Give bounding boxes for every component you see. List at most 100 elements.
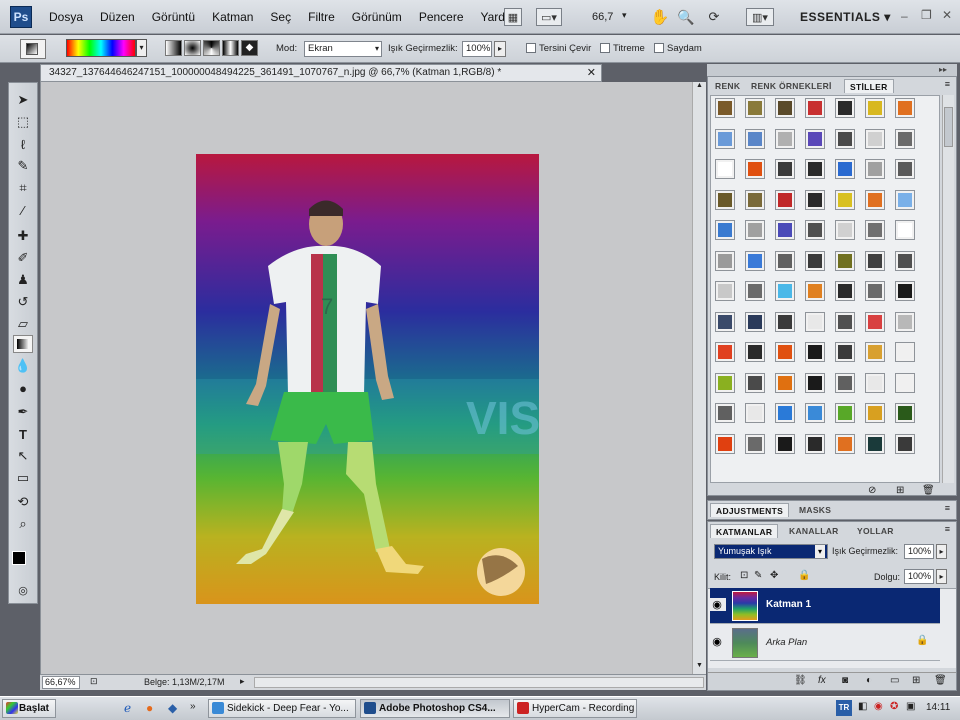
style-swatch[interactable] [805, 98, 825, 118]
style-swatch[interactable] [745, 342, 765, 362]
style-swatch[interactable] [715, 433, 735, 454]
quick-mask-icon[interactable]: ◎ [13, 581, 33, 599]
adjustment-layer-icon[interactable]: ◐ [866, 675, 872, 686]
clone-stamp-tool-icon[interactable]: ♟ [13, 271, 33, 289]
style-swatch[interactable] [865, 342, 885, 362]
style-swatch[interactable] [775, 403, 795, 423]
menu-select[interactable]: Seç [270, 10, 291, 24]
tray-icon-4[interactable]: ▣ [906, 701, 915, 712]
style-swatch[interactable] [745, 433, 765, 454]
taskbar-more-icon[interactable]: » [190, 701, 196, 712]
close-icon[interactable]: ✕ [942, 8, 952, 22]
style-swatch[interactable] [895, 311, 915, 332]
quicklaunch-firefox-icon[interactable]: ● [146, 701, 153, 715]
layer-row-arka-plan[interactable]: ◉ Arka Plan 🔒 [710, 625, 940, 661]
style-swatch[interactable] [895, 281, 915, 301]
style-swatch[interactable] [865, 98, 885, 118]
new-group-icon[interactable]: ▭ [890, 675, 899, 686]
layer-name[interactable]: Arka Plan [766, 637, 807, 648]
style-swatch[interactable] [805, 342, 825, 362]
style-swatch[interactable] [865, 159, 885, 179]
style-swatch[interactable] [745, 311, 765, 332]
style-swatch[interactable] [715, 220, 735, 240]
layer-visibility-eye-icon[interactable]: ◉ [708, 598, 726, 611]
style-swatch[interactable] [745, 220, 765, 240]
style-swatch[interactable] [865, 128, 885, 149]
diamond-gradient-icon[interactable]: ◆ [241, 40, 258, 56]
style-swatch[interactable] [715, 403, 735, 423]
style-swatch[interactable] [775, 311, 795, 332]
healing-brush-tool-icon[interactable]: ✚ [13, 227, 33, 245]
canvas-vertical-scrollbar[interactable]: ▲ ▼ [692, 82, 706, 674]
style-swatch[interactable] [745, 403, 765, 423]
rotate-view-icon[interactable]: ⟳ [705, 8, 723, 26]
menu-file[interactable]: Dosya [49, 10, 83, 24]
radial-gradient-icon[interactable] [184, 40, 201, 56]
tab-masks[interactable]: MASKS [794, 503, 836, 517]
style-swatch[interactable] [745, 128, 765, 149]
mode-select[interactable]: Ekran ▾ [304, 41, 382, 57]
lock-all-icon[interactable]: 🔒 [798, 570, 810, 581]
style-swatch[interactable] [835, 128, 855, 149]
collapse-dock-icon[interactable]: ▸▸ [939, 65, 947, 74]
menu-window[interactable]: Pencere [419, 10, 464, 24]
style-swatch[interactable] [895, 220, 915, 240]
document-image[interactable]: VIS 7 [196, 154, 539, 604]
zoom-icon[interactable]: ⌕ [13, 515, 33, 533]
screen-mode-icon[interactable]: ▭▾ [536, 8, 562, 26]
start-button[interactable]: Başlat [2, 699, 56, 718]
close-document-icon[interactable]: ✕ [587, 65, 596, 81]
menu-image[interactable]: Görüntü [152, 10, 195, 24]
style-swatch[interactable] [895, 433, 915, 454]
style-swatch[interactable] [745, 159, 765, 179]
task-sidekick[interactable]: Sidekick - Deep Fear - Yo... [208, 699, 356, 718]
style-swatch[interactable] [775, 281, 795, 301]
style-swatch[interactable] [745, 372, 765, 393]
gradient-picker[interactable] [66, 39, 136, 57]
layer-opacity-input[interactable]: 100% [904, 544, 934, 559]
eyedropper-tool-icon[interactable]: ⁄ [13, 201, 33, 219]
tool-preset-picker[interactable] [20, 39, 46, 59]
tab-styles[interactable]: STİLLER [844, 79, 894, 93]
new-style-icon[interactable]: ⊞ [896, 485, 904, 496]
crop-tool-icon[interactable]: ⌗ [13, 179, 33, 197]
style-swatch[interactable] [865, 372, 885, 393]
hand-tool-icon[interactable]: ✋ [651, 8, 670, 26]
blend-mode-select[interactable]: Yumuşak Işık ▾ [714, 544, 828, 559]
style-swatch[interactable] [715, 372, 735, 393]
style-swatch[interactable] [835, 342, 855, 362]
zoom-dropdown-icon[interactable]: ▾ [622, 10, 627, 21]
style-swatch[interactable] [775, 189, 795, 210]
lasso-tool-icon[interactable]: ℓ [13, 135, 33, 153]
style-swatch[interactable] [865, 250, 885, 271]
tab-channels[interactable]: KANALLAR [784, 524, 844, 538]
tab-layers[interactable]: KATMANLAR [710, 524, 779, 538]
style-swatch[interactable] [715, 342, 735, 362]
style-swatch[interactable] [895, 159, 915, 179]
style-swatch[interactable] [805, 403, 825, 423]
menu-edit[interactable]: Düzen [100, 10, 135, 24]
blur-tool-icon[interactable]: 💧 [13, 357, 33, 375]
angle-gradient-icon[interactable] [203, 40, 220, 56]
style-swatch[interactable] [745, 250, 765, 271]
style-swatch[interactable] [805, 128, 825, 149]
style-swatch[interactable] [805, 433, 825, 454]
style-swatch[interactable] [805, 372, 825, 393]
restore-icon[interactable]: ❐ [921, 8, 932, 22]
style-swatch[interactable] [715, 98, 735, 118]
style-swatch[interactable] [775, 98, 795, 118]
type-tool-icon[interactable]: T [13, 425, 33, 443]
link-layers-icon[interactable]: ⛓ [794, 675, 807, 686]
layers-menu-icon[interactable]: ≡ [945, 524, 950, 534]
style-swatch[interactable] [895, 189, 915, 210]
style-swatch[interactable] [895, 250, 915, 271]
style-swatch[interactable] [895, 128, 915, 149]
style-swatch[interactable] [835, 403, 855, 423]
tab-adjustments[interactable]: ADJUSTMENTS [710, 503, 790, 517]
language-indicator[interactable]: TR [836, 700, 852, 716]
status-zoom-input[interactable]: 66,67% [42, 676, 80, 689]
style-swatch[interactable] [775, 433, 795, 454]
tab-paths[interactable]: YOLLAR [852, 524, 899, 538]
layer-mask-icon[interactable]: ◙ [842, 675, 848, 686]
style-swatch[interactable] [895, 403, 915, 423]
